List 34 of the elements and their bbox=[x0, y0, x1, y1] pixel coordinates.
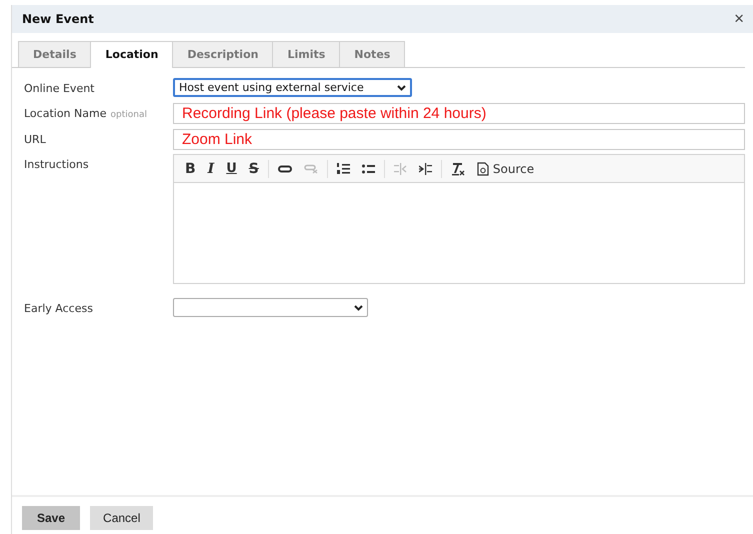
optional-hint: optional bbox=[110, 110, 147, 120]
bold-button[interactable]: B bbox=[180, 158, 201, 180]
indent-icon bbox=[418, 162, 432, 174]
source-button[interactable]: Source bbox=[472, 158, 540, 178]
tab[interactable]: Limits bbox=[272, 41, 340, 67]
tab[interactable]: Notes bbox=[339, 41, 406, 67]
close-button[interactable]: × bbox=[732, 9, 746, 29]
link-icon bbox=[278, 164, 292, 172]
clear-formatting-icon bbox=[450, 162, 465, 176]
save-button[interactable]: Save bbox=[22, 506, 80, 530]
field-label: Instructions bbox=[24, 158, 89, 171]
dropdown-field[interactable]: Host event using external service bbox=[173, 78, 412, 97]
document-icon bbox=[476, 162, 489, 176]
outdent-icon bbox=[394, 162, 407, 174]
chevron-icon bbox=[397, 84, 406, 90]
tab[interactable]: Location bbox=[90, 41, 174, 68]
strikethrough-button[interactable]: S bbox=[244, 158, 264, 180]
field-label: Early Access bbox=[24, 302, 93, 315]
numbered-list-icon bbox=[336, 162, 350, 174]
field-label: Location Name bbox=[24, 107, 106, 120]
tab[interactable]: Details bbox=[18, 41, 92, 67]
field-label: URL bbox=[24, 133, 46, 146]
italic-button[interactable]: I bbox=[202, 158, 220, 180]
cancel-button[interactable]: Cancel bbox=[90, 506, 154, 530]
underline-button[interactable]: U bbox=[221, 158, 242, 179]
tab[interactable]: Description bbox=[172, 41, 274, 67]
bullet-list-icon bbox=[362, 164, 375, 174]
window-title: New Event bbox=[22, 12, 94, 26]
chevron-icon bbox=[354, 304, 363, 310]
field-label: Online Event bbox=[24, 82, 94, 95]
text-field[interactable]: Recording Link (please paste within 24 hours) bbox=[173, 103, 745, 124]
dropdown-field[interactable] bbox=[173, 298, 368, 317]
unlink-icon bbox=[304, 164, 318, 174]
text-field[interactable]: Zoom Link bbox=[173, 129, 745, 150]
